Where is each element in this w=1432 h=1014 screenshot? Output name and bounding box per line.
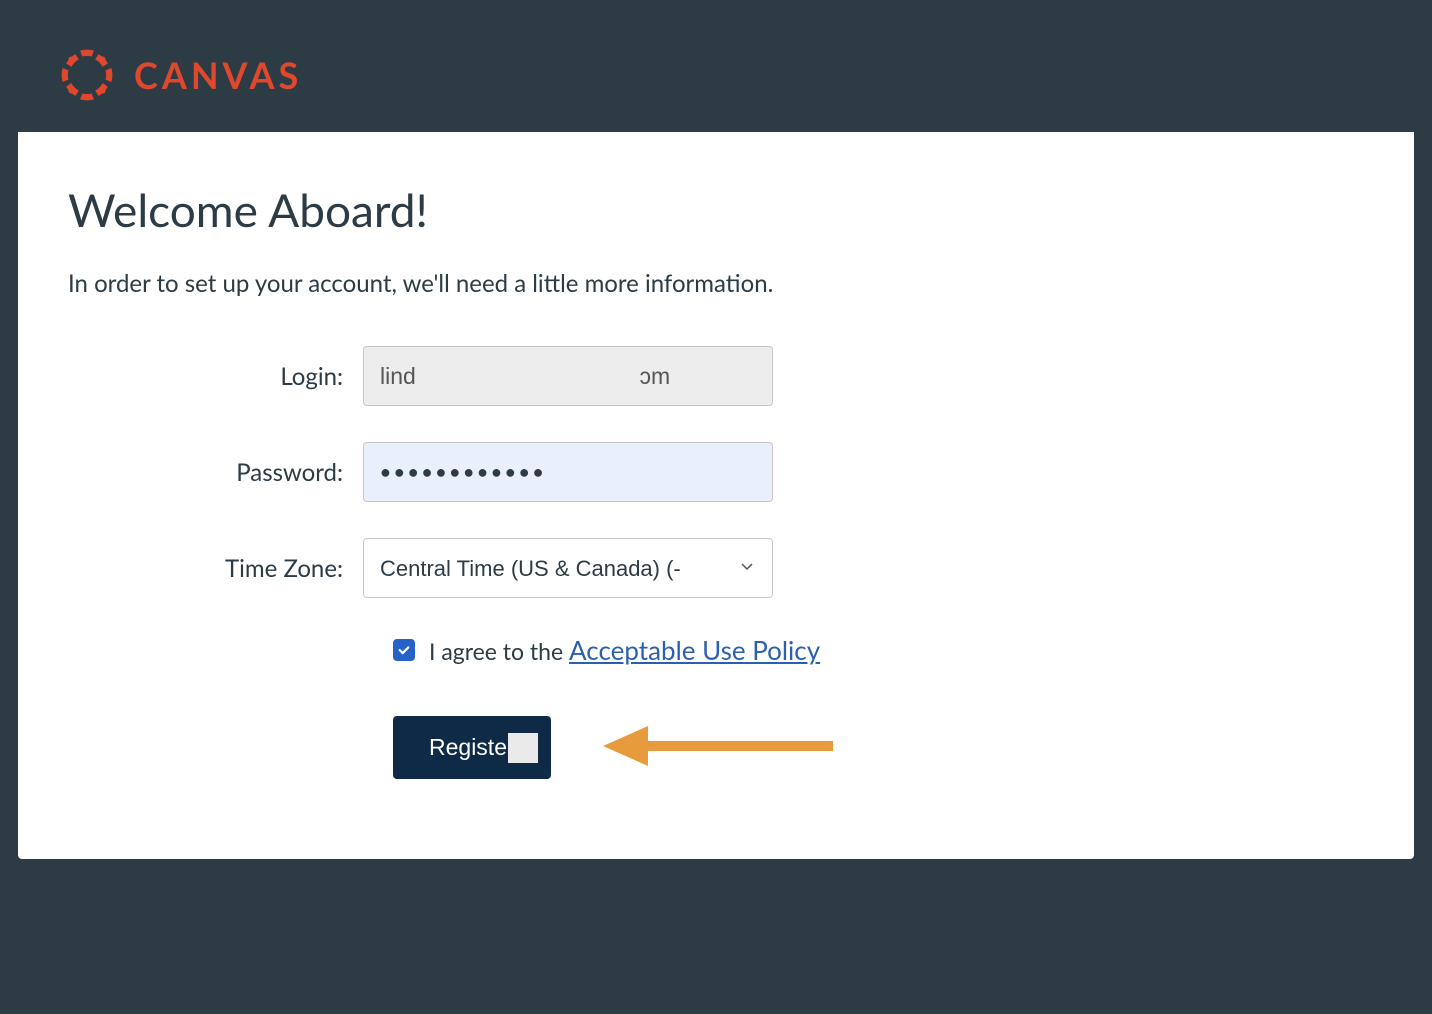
page-subtitle: In order to set up your account, we'll n… xyxy=(68,269,1364,298)
page-container: CANVAS Welcome Aboard! In order to set u… xyxy=(18,18,1414,859)
login-label: Login: xyxy=(68,362,363,391)
brand-name: CANVAS xyxy=(134,53,302,97)
decorative-square xyxy=(508,733,538,763)
agreement-row: I agree to the Acceptable Use Policy xyxy=(393,634,1364,666)
acceptable-use-policy-link[interactable]: Acceptable Use Policy xyxy=(569,634,820,666)
header: CANVAS xyxy=(18,18,1414,132)
redaction-overlay xyxy=(423,352,623,400)
annotation-arrow-icon xyxy=(603,721,843,775)
password-row: Password: xyxy=(68,442,1364,502)
main-content: Welcome Aboard! In order to set up your … xyxy=(18,132,1414,859)
timezone-label: Time Zone: xyxy=(68,554,363,583)
brand-logo: CANVAS xyxy=(58,46,302,104)
password-label: Password: xyxy=(68,458,363,487)
agreement-text: I agree to the Acceptable Use Policy xyxy=(429,634,820,666)
login-row: Login: xyxy=(68,346,1364,406)
canvas-logo-icon xyxy=(58,46,116,104)
agreement-prefix: I agree to the xyxy=(429,637,569,665)
timezone-row: Time Zone: Central Time (US & Canada) (- xyxy=(68,538,1364,598)
check-icon xyxy=(397,643,411,657)
agreement-checkbox[interactable] xyxy=(393,639,415,661)
submit-row: Register xyxy=(393,716,1364,779)
timezone-select[interactable]: Central Time (US & Canada) (- xyxy=(363,538,773,598)
password-input[interactable] xyxy=(363,442,773,502)
page-title: Welcome Aboard! xyxy=(68,182,1364,237)
